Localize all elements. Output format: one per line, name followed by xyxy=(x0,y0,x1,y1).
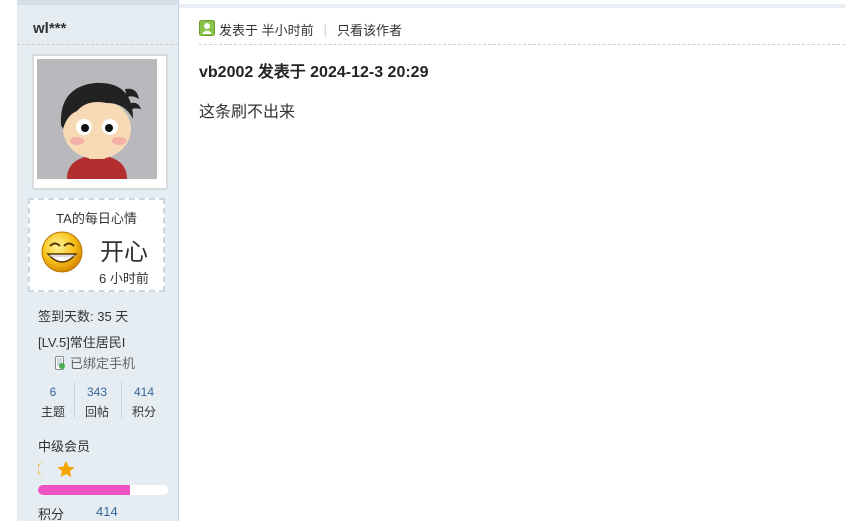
user-counts: 6 主题 343 回帖 414 积分 xyxy=(31,382,163,420)
mood-time: 6 小时前 xyxy=(99,271,149,286)
post-body: 这条刷不出来 xyxy=(199,104,296,121)
count-threads[interactable]: 6 主题 xyxy=(31,382,75,419)
count-value: 414 xyxy=(133,385,155,399)
only-author-link[interactable]: 只看该作者 xyxy=(337,20,402,39)
points-label: 积分 xyxy=(38,507,65,522)
divider xyxy=(17,44,178,45)
meta-separator: | xyxy=(323,22,328,37)
divider xyxy=(199,44,845,45)
user-group[interactable]: 中级会员 xyxy=(38,436,90,455)
moon-icon xyxy=(37,462,44,476)
level-progress-bar xyxy=(38,485,168,495)
author-sidebar: wl*** TA的每日心情 开心 6 小时前 签到天数: 35 天 [LV.5]… xyxy=(17,0,179,522)
quote-header: vb2002 发表于 2024-12-3 20:29 xyxy=(199,64,429,81)
user-level[interactable]: [LV.5]常住居民I xyxy=(38,332,125,351)
daily-mood-box: TA的每日心情 开心 6 小时前 xyxy=(28,198,165,292)
avatar-image xyxy=(37,59,157,179)
level-progress-fill xyxy=(38,485,131,495)
mood-name: 开心 xyxy=(100,239,148,266)
points-value: 414 xyxy=(96,504,118,519)
sidebar-top-bar xyxy=(17,0,178,5)
post-time: 发表于 半小时前 xyxy=(219,23,314,38)
post-meta-bar: 发表于 半小时前 | 只看该作者 xyxy=(199,20,402,39)
phone-bound-label: 已绑定手机 xyxy=(70,356,136,371)
mood-title: TA的每日心情 xyxy=(56,211,137,226)
count-value: 6 xyxy=(49,385,57,399)
grin-face-icon xyxy=(40,230,84,279)
avatar[interactable] xyxy=(33,55,167,189)
rank-stars xyxy=(37,460,78,483)
author-username[interactable]: wl*** xyxy=(33,20,66,37)
count-label: 回帖 xyxy=(84,405,109,419)
top-border xyxy=(179,4,845,8)
user-online-icon xyxy=(199,20,215,39)
phone-icon xyxy=(55,356,65,373)
count-label: 主题 xyxy=(40,405,65,419)
star-icon xyxy=(57,461,75,477)
count-points[interactable]: 414 积分 xyxy=(121,382,166,419)
phone-bound: 已绑定手机 xyxy=(55,353,135,373)
count-label: 积分 xyxy=(131,405,156,419)
count-value: 343 xyxy=(86,385,108,399)
count-replies[interactable]: 343 回帖 xyxy=(74,382,119,419)
signin-days: 签到天数: 35 天 xyxy=(38,309,129,324)
